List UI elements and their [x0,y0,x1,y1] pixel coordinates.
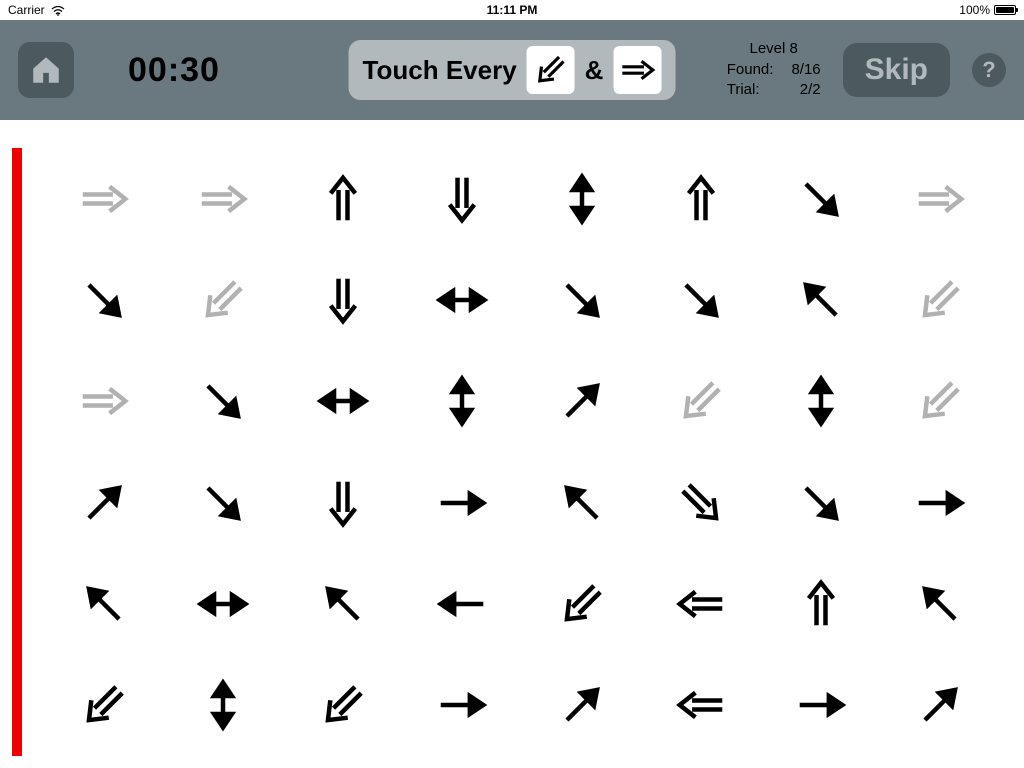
arrow-cell-dbl_w[interactable] [642,553,762,654]
arrow-cell-single_nw[interactable] [881,553,1001,654]
arrow-cell-single_nw[interactable] [44,553,164,654]
trial-key: Trial: [727,81,774,100]
arrow-cell-single_se[interactable] [761,452,881,553]
arrow-cell-bi_h[interactable] [164,553,284,654]
arrow-cell-single_ne[interactable] [522,655,642,756]
arrow-double-right [613,46,661,94]
instruction-panel: Touch Every & [349,40,676,100]
arrow-cell-dbl_sw[interactable] [283,655,403,756]
arrow-cell-single_se[interactable] [44,249,164,350]
battery-icon [994,5,1016,15]
arrow-cell-single_nw[interactable] [283,553,403,654]
level-label: Level 8 [727,40,821,59]
arrow-cell-dbl_sw[interactable] [164,249,284,350]
arrow-cell-dbl_sw[interactable] [881,249,1001,350]
arrow-cell-dbl_s[interactable] [283,452,403,553]
arrow-cell-dbl_s[interactable] [283,249,403,350]
arrow-cell-dbl_n[interactable] [283,148,403,249]
skip-button[interactable]: Skip [843,43,950,97]
arrow-cell-bi_v[interactable] [164,655,284,756]
found-value: 8/16 [791,61,820,80]
arrow-cell-single_se[interactable] [761,148,881,249]
arrow-cell-single_ne[interactable] [44,452,164,553]
carrier-label: Carrier [8,3,45,17]
progress-bar [12,148,22,756]
arrow-cell-single_nw[interactable] [522,452,642,553]
arrow-cell-dbl_n[interactable] [642,148,762,249]
arrow-cell-dbl_e[interactable] [881,148,1001,249]
arrow-cell-single_e[interactable] [403,452,523,553]
clock-label: 11:11 PM [487,3,538,17]
arrow-grid [44,148,1000,756]
arrow-cell-dbl_e[interactable] [164,148,284,249]
status-bar: Carrier 11:11 PM 100% [0,0,1024,20]
arrow-cell-dbl_e[interactable] [44,351,164,452]
timer-label: 00:30 [128,51,220,90]
arrow-cell-single_se[interactable] [642,249,762,350]
arrow-cell-single_se[interactable] [164,452,284,553]
game-header: 00:30 Touch Every & Level 8 Found: 8/16 … [0,20,1024,120]
play-area [0,120,1024,768]
instruction-text: Touch Every [363,55,517,86]
arrow-cell-single_w[interactable] [403,553,523,654]
arrow-cell-single_e[interactable] [881,452,1001,553]
ampersand: & [585,55,604,86]
arrow-cell-bi_v[interactable] [403,351,523,452]
arrow-cell-dbl_sw[interactable] [881,351,1001,452]
arrow-cell-dbl_w[interactable] [642,655,762,756]
wifi-icon [51,5,65,15]
arrow-cell-dbl_sw[interactable] [642,351,762,452]
battery-pct: 100% [959,3,990,17]
home-icon [29,53,63,87]
arrow-cell-single_e[interactable] [761,655,881,756]
arrow-cell-dbl_se[interactable] [642,452,762,553]
arrow-cell-single_se[interactable] [164,351,284,452]
arrow-cell-dbl_s[interactable] [403,148,523,249]
arrow-cell-bi_v[interactable] [522,148,642,249]
arrow-cell-dbl_sw[interactable] [44,655,164,756]
arrow-cell-dbl_e[interactable] [44,148,164,249]
arrow-cell-single_e[interactable] [403,655,523,756]
home-button[interactable] [18,42,74,98]
help-button[interactable]: ? [972,53,1006,87]
arrow-cell-dbl_sw[interactable] [522,553,642,654]
arrow-double-down-left [527,46,575,94]
arrow-cell-bi_v[interactable] [761,351,881,452]
arrow-cell-bi_h[interactable] [283,351,403,452]
found-key: Found: [727,61,774,80]
trial-value: 2/2 [791,81,820,100]
arrow-cell-single_ne[interactable] [522,351,642,452]
arrow-cell-single_ne[interactable] [881,655,1001,756]
arrow-cell-bi_h[interactable] [403,249,523,350]
arrow-cell-single_nw[interactable] [761,249,881,350]
arrow-cell-dbl_n[interactable] [761,553,881,654]
arrow-cell-single_se[interactable] [522,249,642,350]
stats-panel: Level 8 Found: 8/16 Trial: 2/2 [727,40,821,100]
